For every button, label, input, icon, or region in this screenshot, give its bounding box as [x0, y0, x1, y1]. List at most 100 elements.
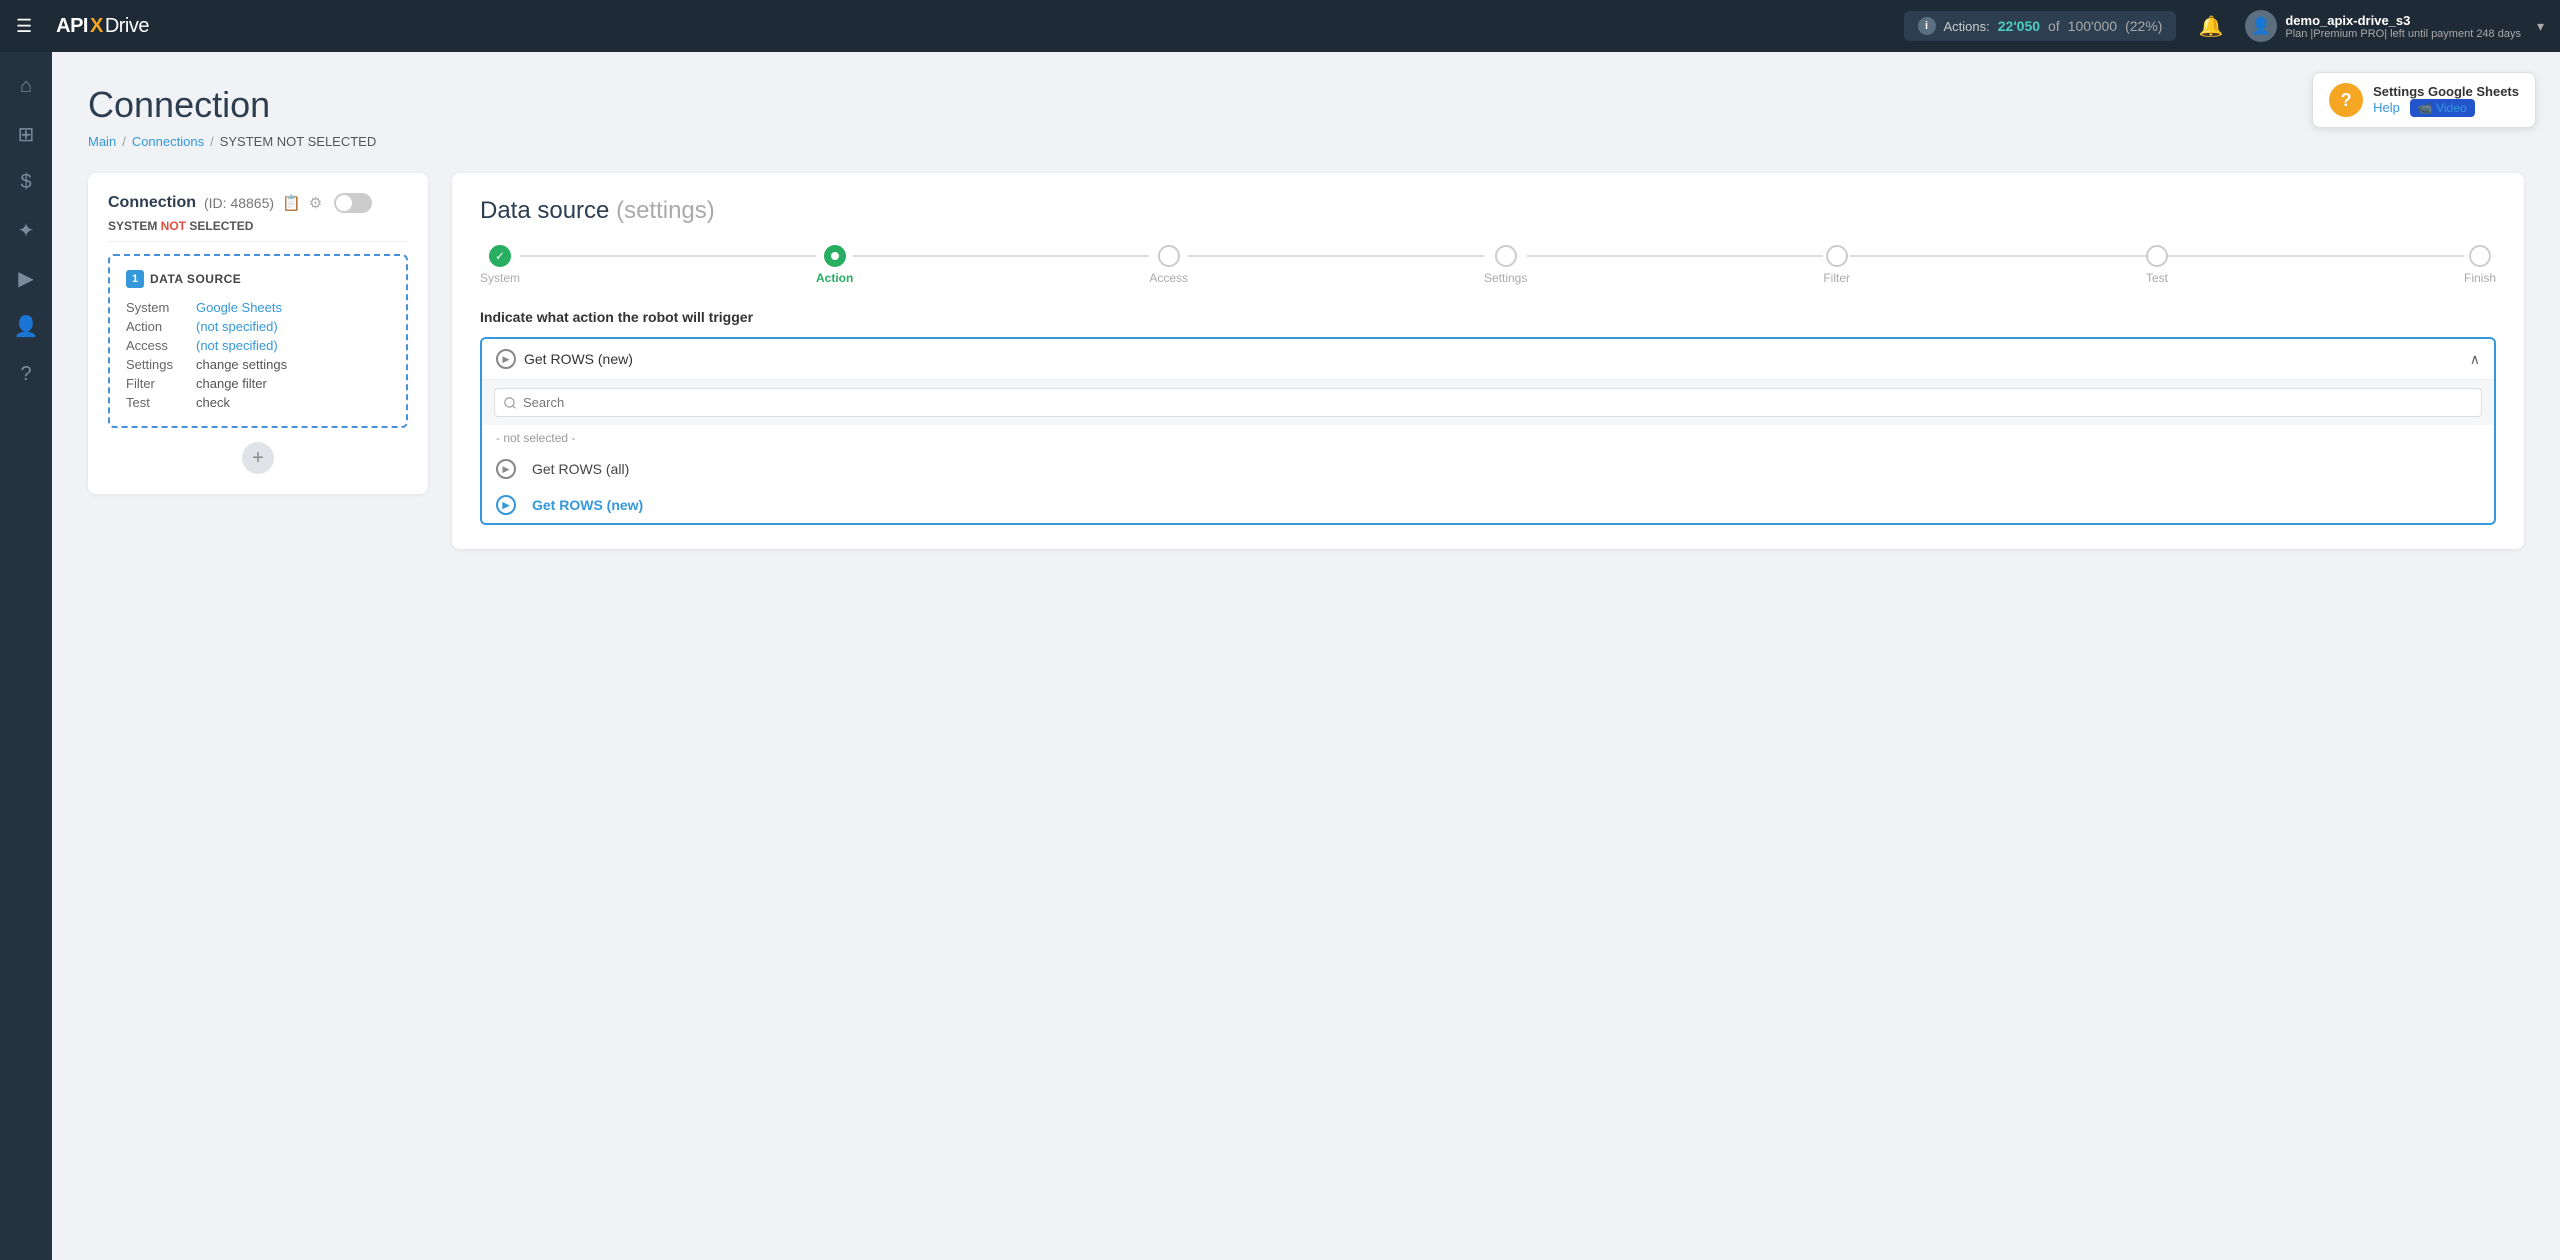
bell-icon[interactable]: 🔔 — [2198, 14, 2223, 39]
datasource-label: DATA SOURCE — [150, 272, 241, 286]
play-icon: ▶ — [496, 349, 516, 369]
copy-icon[interactable]: 📋 — [282, 194, 301, 212]
step-line — [1527, 255, 1823, 257]
dropdown-value: Get ROWS (new) — [524, 351, 2470, 367]
main-content: Connection Main / Connections / SYSTEM N… — [52, 52, 2560, 1260]
table-row: Test check — [126, 393, 390, 412]
datasource-header: 1 DATA SOURCE — [126, 270, 390, 288]
step-circle-system[interactable]: ✓ — [489, 245, 511, 267]
step-label-settings: Settings — [1484, 271, 1527, 285]
data-source-title: Data source (settings) — [480, 197, 2496, 225]
datasource-box: 1 DATA SOURCE System Google Sheets Actio… — [108, 254, 408, 428]
dropdown-header[interactable]: ▶ Get ROWS (new) ∧ — [482, 339, 2494, 379]
help-box: ? Settings Google Sheets Help 📹 Video — [2312, 72, 2536, 128]
step-label-filter: Filter — [1823, 271, 1850, 285]
help-title: Settings Google Sheets — [2373, 84, 2519, 99]
avatar: 👤 — [2245, 10, 2277, 42]
step-action: Action — [816, 245, 853, 285]
breadcrumb-current: SYSTEM NOT SELECTED — [220, 134, 377, 149]
step-test: Test — [2146, 245, 2168, 285]
step-access: Access — [1149, 245, 1188, 285]
step-circle-action[interactable] — [824, 245, 846, 267]
action-dropdown: ▶ Get ROWS (new) ∧ - not selected - ▶ Ge… — [480, 337, 2496, 525]
option-label-new: Get ROWS (new) — [532, 497, 643, 513]
left-card: Connection (ID: 48865) 📋 ⚙ SYSTEM NOT SE… — [88, 173, 428, 494]
play-icon-all: ▶ — [496, 459, 516, 479]
actions-label: Actions: — [1944, 19, 1990, 34]
breadcrumb: Main / Connections / SYSTEM NOT SELECTED — [88, 134, 2524, 149]
search-input[interactable] — [494, 388, 2482, 417]
step-label-access: Access — [1149, 271, 1188, 285]
user-plan: Plan |Premium PRO| left until payment 24… — [2285, 28, 2521, 40]
logo-drive: Drive — [105, 15, 149, 38]
action-prompt: Indicate what action the robot will trig… — [480, 309, 2496, 325]
sidebar-item-play[interactable]: ▶ — [4, 256, 48, 300]
sidebar-item-billing[interactable]: $ — [4, 160, 48, 204]
step-system: ✓ System — [480, 245, 520, 285]
sidebar-item-account[interactable]: 👤 — [4, 304, 48, 348]
step-settings: Settings — [1484, 245, 1527, 285]
step-circle-settings[interactable] — [1495, 245, 1517, 267]
logo: APIXDrive — [56, 15, 149, 38]
sidebar-item-home[interactable]: ⌂ — [4, 64, 48, 108]
help-content: Settings Google Sheets Help 📹 Video — [2373, 84, 2519, 117]
table-row: System Google Sheets — [126, 298, 390, 317]
logo-api: API — [56, 15, 88, 38]
step-circle-finish[interactable] — [2469, 245, 2491, 267]
connection-id: (ID: 48865) — [204, 195, 274, 211]
right-card: Data source (settings) ✓ System Action — [452, 173, 2524, 549]
logo-x: X — [90, 15, 103, 38]
step-label-test: Test — [2146, 271, 2168, 285]
step-line — [1188, 255, 1484, 257]
breadcrumb-connections[interactable]: Connections — [132, 134, 204, 149]
hamburger-icon[interactable]: ☰ — [16, 16, 32, 37]
actions-limit: 100'000 — [2068, 18, 2117, 34]
info-icon: i — [1918, 17, 1936, 35]
connection-title: Connection — [108, 194, 196, 212]
table-row: Action (not specified) — [126, 317, 390, 336]
settings-icon[interactable]: ⚙ — [309, 194, 322, 212]
breadcrumb-main[interactable]: Main — [88, 134, 116, 149]
actions-count: 22'050 — [1998, 18, 2040, 34]
step-label-system: System — [480, 271, 520, 285]
video-link[interactable]: 📹 Video — [2410, 99, 2475, 117]
table-row: Filter change filter — [126, 374, 390, 393]
user-chevron-icon: ▾ — [2537, 18, 2544, 35]
actions-box: i Actions: 22'050 of 100'000 (22%) — [1904, 11, 2177, 41]
connection-toggle[interactable] — [334, 193, 372, 213]
sidebar-item-plugins[interactable]: ✦ — [4, 208, 48, 252]
step-label-finish: Finish — [2464, 271, 2496, 285]
username: demo_apix-drive_s3 — [2285, 13, 2521, 28]
option-label-all: Get ROWS (all) — [532, 461, 629, 477]
chevron-up-icon: ∧ — [2470, 351, 2480, 368]
topnav: ☰ APIXDrive i Actions: 22'050 of 100'000… — [0, 0, 2560, 52]
help-link[interactable]: Help — [2373, 100, 2400, 115]
layout-row: Connection (ID: 48865) 📋 ⚙ SYSTEM NOT SE… — [88, 173, 2524, 549]
dropdown-option-all[interactable]: ▶ Get ROWS (all) — [482, 451, 2494, 487]
actions-pct: (22%) — [2125, 18, 2162, 34]
step-circle-access[interactable] — [1158, 245, 1180, 267]
datasource-table: System Google Sheets Action (not specifi… — [126, 298, 390, 412]
step-label-action: Action — [816, 271, 853, 285]
step-circle-test[interactable] — [2146, 245, 2168, 267]
help-links: Help 📹 Video — [2373, 99, 2519, 117]
table-row: Settings change settings — [126, 355, 390, 374]
actions-of: of — [2048, 18, 2060, 34]
step-line — [520, 255, 816, 257]
system-not-selected: SYSTEM NOT SELECTED — [108, 219, 408, 242]
datasource-num: 1 — [126, 270, 144, 288]
dropdown-option-new[interactable]: ▶ Get ROWS (new) — [482, 487, 2494, 523]
play-icon-new: ▶ — [496, 495, 516, 515]
step-circle-filter[interactable] — [1826, 245, 1848, 267]
table-row: Access (not specified) — [126, 336, 390, 355]
not-selected-label: - not selected - — [482, 425, 2494, 451]
user-menu[interactable]: 👤 demo_apix-drive_s3 Plan |Premium PRO| … — [2245, 10, 2544, 42]
user-info: demo_apix-drive_s3 Plan |Premium PRO| le… — [2285, 13, 2521, 40]
dropdown-body: - not selected - ▶ Get ROWS (all) ▶ Get … — [482, 379, 2494, 523]
sidebar-item-help[interactable]: ? — [4, 352, 48, 396]
add-button[interactable]: + — [242, 442, 274, 474]
step-line — [853, 255, 1149, 257]
step-filter: Filter — [1823, 245, 1850, 285]
step-line — [1850, 255, 2146, 257]
sidebar-item-grid[interactable]: ⊞ — [4, 112, 48, 156]
